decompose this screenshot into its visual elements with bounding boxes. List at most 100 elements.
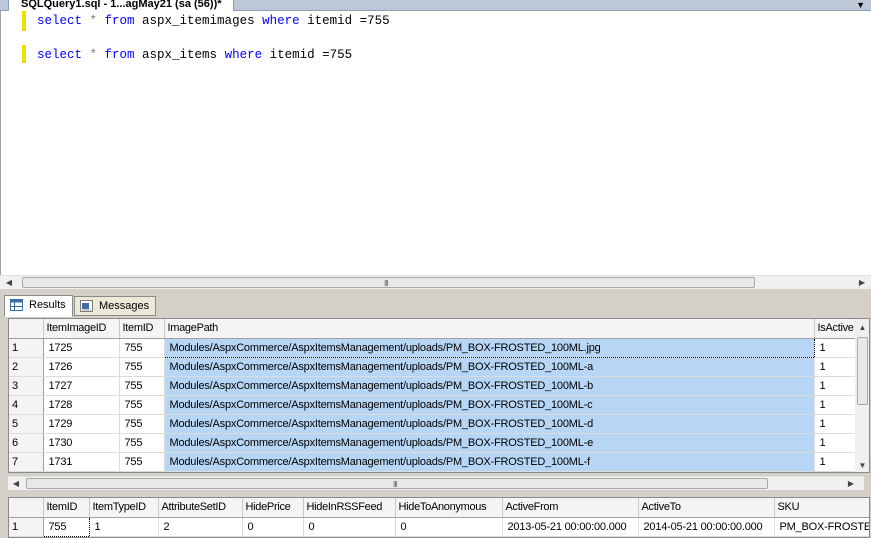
row-header-corner — [9, 319, 44, 339]
sql-keyword: where — [262, 14, 300, 28]
table-cell[interactable]: 0 — [395, 517, 503, 537]
table-cell[interactable]: 1 — [814, 395, 857, 415]
column-header[interactable]: ItemTypeID — [89, 498, 159, 518]
column-header[interactable]: HideToAnonymous — [395, 498, 503, 518]
table-cell[interactable]: Modules/AspxCommerce/AspxItemsManagement… — [164, 414, 815, 434]
editor-margin — [1, 11, 21, 275]
table-cell[interactable]: 755 — [119, 395, 165, 415]
table-cell[interactable]: 1728 — [43, 395, 120, 415]
tab-messages[interactable]: Messages — [74, 296, 157, 316]
scroll-grip-icon: III — [384, 279, 389, 288]
column-header[interactable]: HideInRSSFeed — [303, 498, 396, 518]
scrollbar-thumb[interactable]: III — [22, 277, 755, 288]
table-cell[interactable]: 1731 — [43, 452, 120, 472]
table-cell[interactable]: 1729 — [43, 414, 120, 434]
scroll-up-icon[interactable]: ▲ — [855, 321, 869, 334]
row-number[interactable]: 1 — [9, 517, 44, 537]
sql-identifier: aspx_items — [134, 48, 225, 62]
table-cell[interactable]: 0 — [303, 517, 396, 537]
table-row[interactable]: 2 1726 755 Modules/AspxCommerce/AspxItem… — [9, 357, 857, 377]
document-tab-strip: SQLQuery1.sql - 1...agMay21 (sa (56))* ▼ — [0, 0, 871, 11]
scroll-right-icon[interactable]: ▶ — [855, 276, 869, 289]
row-number[interactable]: 4 — [9, 395, 44, 415]
column-header[interactable]: ActiveFrom — [502, 498, 639, 518]
table-cell[interactable]: 1 — [814, 433, 857, 453]
document-tab[interactable]: SQLQuery1.sql - 1...agMay21 (sa (56))* — [8, 0, 234, 11]
table-cell[interactable]: 1727 — [43, 376, 120, 396]
column-header[interactable]: AttributeSetID — [158, 498, 243, 518]
column-header[interactable]: SKU — [774, 498, 869, 518]
table-row[interactable]: 3 1727 755 Modules/AspxCommerce/AspxItem… — [9, 376, 857, 396]
table-row[interactable]: 1 755 1 2 0 0 0 2013-05-21 00:00:00.000 … — [9, 516, 869, 537]
sql-condition: itemid =755 — [299, 14, 390, 28]
table-row[interactable]: 4 1728 755 Modules/AspxCommerce/AspxItem… — [9, 395, 857, 415]
row-number[interactable]: 7 — [9, 452, 44, 472]
change-marker — [22, 11, 26, 31]
scroll-left-icon[interactable]: ◀ — [9, 477, 23, 490]
table-cell[interactable]: 1 — [814, 338, 857, 358]
tab-messages-label: Messages — [99, 300, 150, 312]
results-tab-strip: Results Messages — [0, 293, 871, 317]
table-cell[interactable]: Modules/AspxCommerce/AspxItemsManagement… — [164, 433, 815, 453]
table-cell[interactable]: 2 — [158, 517, 243, 537]
column-header[interactable]: ItemID — [43, 498, 90, 518]
table-cell[interactable]: 2013-05-21 00:00:00.000 — [502, 517, 639, 537]
column-header[interactable]: ItemImageID — [43, 319, 120, 339]
table-cell[interactable]: 755 — [42, 516, 90, 537]
table-cell[interactable]: 755 — [119, 338, 165, 358]
row-number[interactable]: 5 — [9, 414, 44, 434]
table-cell[interactable]: Modules/AspxCommerce/AspxItemsManagement… — [163, 337, 815, 358]
table-cell[interactable]: 755 — [119, 433, 165, 453]
column-header[interactable]: ActiveTo — [638, 498, 775, 518]
row-number[interactable]: 3 — [9, 376, 44, 396]
column-header[interactable]: ImagePath — [164, 319, 815, 339]
table-cell[interactable]: 1725 — [43, 338, 120, 358]
table-cell[interactable]: 1 — [89, 517, 159, 537]
sql-keyword: from — [104, 14, 135, 28]
table-cell[interactable]: Modules/AspxCommerce/AspxItemsManagement… — [164, 357, 815, 377]
column-header[interactable]: HidePrice — [242, 498, 304, 518]
results-grid-2[interactable]: ItemID ItemTypeID AttributeSetID HidePri… — [8, 497, 870, 538]
sql-keyword: select — [37, 14, 83, 28]
table-cell[interactable]: Modules/AspxCommerce/AspxItemsManagement… — [164, 395, 815, 415]
table-cell[interactable]: 755 — [119, 452, 165, 472]
editor-horizontal-scrollbar[interactable]: ◀ III ▶ — [0, 275, 871, 289]
table-cell[interactable]: PM_BOX-FROSTE — [774, 517, 869, 537]
table-cell[interactable]: 1 — [814, 376, 857, 396]
scroll-down-icon[interactable]: ▼ — [855, 459, 869, 472]
grid1-vertical-scrollbar[interactable]: ▲ ▼ — [855, 319, 869, 472]
table-cell[interactable]: 1 — [814, 414, 857, 434]
table-cell[interactable]: 1726 — [43, 357, 120, 377]
results-grid-1[interactable]: ItemImageID ItemID ImagePath IsActive 1 … — [8, 318, 870, 473]
tab-list-dropdown-icon[interactable]: ▼ — [856, 0, 865, 11]
table-row[interactable]: 7 1731 755 Modules/AspxCommerce/AspxItem… — [9, 452, 857, 472]
table-cell[interactable]: 1 — [814, 357, 857, 377]
table-cell[interactable]: 2014-05-21 00:00:00.000 — [638, 517, 775, 537]
grid1-horizontal-scrollbar[interactable]: ◀ III ▶ — [8, 476, 864, 490]
table-header-row: ItemImageID ItemID ImagePath IsActive — [9, 319, 857, 339]
scrollbar-thumb[interactable]: III — [26, 478, 768, 489]
table-cell[interactable]: 0 — [242, 517, 304, 537]
table-row[interactable]: 1 1725 755 Modules/AspxCommerce/AspxItem… — [9, 337, 857, 358]
column-header[interactable]: IsActive — [814, 319, 857, 339]
change-marker — [22, 45, 26, 63]
table-row[interactable]: 6 1730 755 Modules/AspxCommerce/AspxItem… — [9, 433, 857, 453]
table-cell[interactable]: Modules/AspxCommerce/AspxItemsManagement… — [164, 376, 815, 396]
table-cell[interactable]: 755 — [119, 357, 165, 377]
column-header[interactable]: ItemID — [119, 319, 165, 339]
sql-keyword: from — [104, 48, 135, 62]
query-editor[interactable]: select * from aspx_itemimages where item… — [0, 11, 871, 275]
table-cell[interactable]: 1 — [814, 452, 857, 472]
scroll-left-icon[interactable]: ◀ — [2, 276, 16, 289]
table-cell[interactable]: Modules/AspxCommerce/AspxItemsManagement… — [164, 452, 815, 472]
row-number[interactable]: 1 — [9, 338, 44, 358]
row-number[interactable]: 2 — [9, 357, 44, 377]
table-cell[interactable]: 755 — [119, 414, 165, 434]
tab-results[interactable]: Results — [4, 295, 73, 317]
table-row[interactable]: 5 1729 755 Modules/AspxCommerce/AspxItem… — [9, 414, 857, 434]
table-cell[interactable]: 755 — [119, 376, 165, 396]
row-number[interactable]: 6 — [9, 433, 44, 453]
scroll-right-icon[interactable]: ▶ — [844, 477, 858, 490]
table-cell[interactable]: 1730 — [43, 433, 120, 453]
scrollbar-thumb[interactable] — [857, 337, 868, 405]
